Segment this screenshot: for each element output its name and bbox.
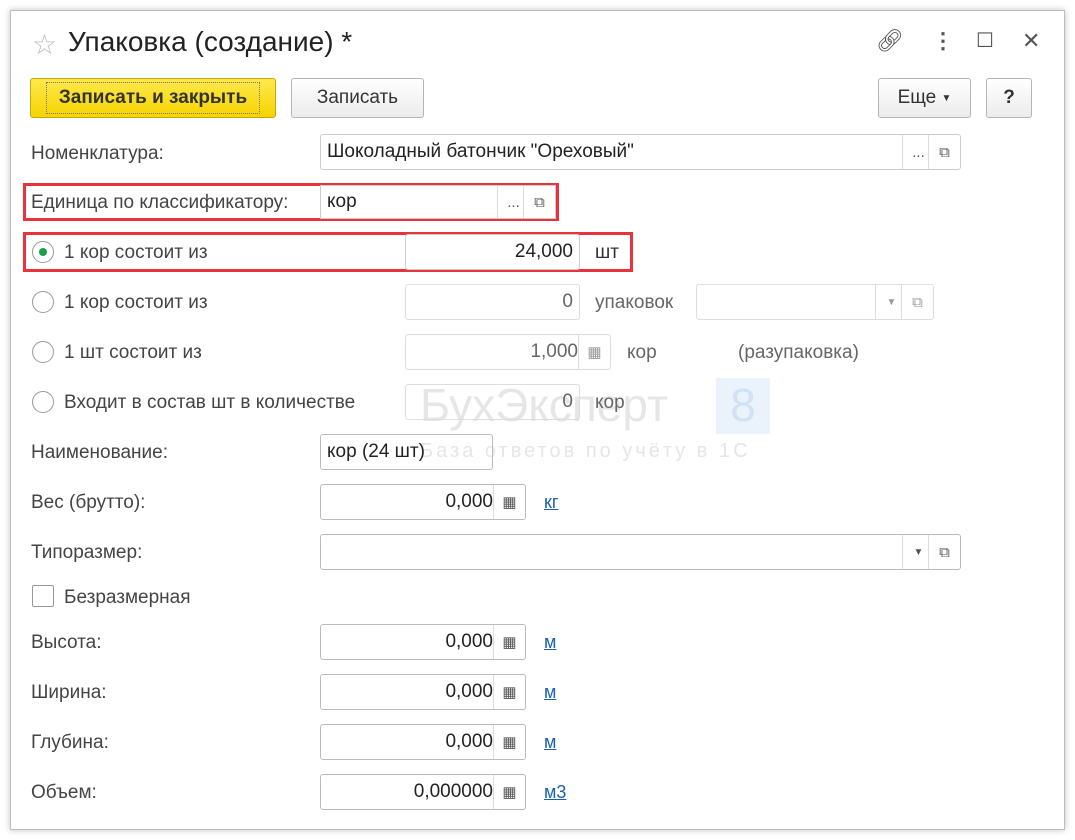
calculator-icon[interactable]: ▦ xyxy=(493,775,525,809)
open-icon[interactable]: ⧉ xyxy=(928,135,960,169)
option1-quantity-input[interactable]: 24,000 xyxy=(405,234,580,270)
open-icon[interactable]: ⧉ xyxy=(928,535,960,569)
weight-value: 0,000 xyxy=(445,491,493,512)
height-value: 0,000 xyxy=(445,631,493,652)
form-window xyxy=(10,10,1065,830)
option4-value: 0 xyxy=(562,391,573,412)
option4-unit: кор xyxy=(595,392,625,413)
unit-label: Единица по классификатору: xyxy=(31,192,289,213)
option3-label: 1 шт состоит из xyxy=(64,342,202,363)
size-select[interactable]: ▼ ⧉ xyxy=(320,534,961,570)
depth-unit-link[interactable]: м xyxy=(544,732,556,753)
option4-quantity-input[interactable]: 0 xyxy=(405,384,580,420)
calculator-icon[interactable]: ▦ xyxy=(493,485,525,519)
volume-input[interactable]: 0,000000 ▦ xyxy=(320,774,526,810)
more-label: Еще xyxy=(897,87,937,108)
option1-label: 1 кор состоит из xyxy=(64,242,208,263)
chevron-down-icon: ▼ xyxy=(941,92,952,104)
open-icon[interactable]: ⧉ xyxy=(523,186,555,218)
help-button[interactable]: ? xyxy=(986,78,1032,118)
height-input[interactable]: 0,000 ▦ xyxy=(320,624,526,660)
more-button[interactable]: Еще ▼ xyxy=(878,78,971,118)
option1-value: 24,000 xyxy=(514,241,573,262)
width-value: 0,000 xyxy=(445,681,493,702)
calculator-icon[interactable]: ▦ xyxy=(493,625,525,659)
save-and-close-button[interactable]: Записать и закрыть xyxy=(30,78,276,118)
window-title: Упаковка (создание) * xyxy=(68,26,353,57)
calculator-icon[interactable]: ▦ xyxy=(493,675,525,709)
option2-label: 1 кор состоит из xyxy=(64,292,208,313)
option1-unit: шт xyxy=(595,242,619,263)
radio-option3[interactable] xyxy=(32,341,54,363)
save-and-close-label: Записать и закрыть xyxy=(45,82,261,114)
weight-unit-link[interactable]: кг xyxy=(544,492,558,513)
height-label: Высота: xyxy=(31,632,102,653)
close-icon[interactable]: ✕ xyxy=(1022,28,1040,54)
weight-input[interactable]: 0,000 ▦ xyxy=(320,484,526,520)
name-label: Наименование: xyxy=(31,442,168,463)
size-label: Типоразмер: xyxy=(31,542,143,563)
width-unit-link[interactable]: м xyxy=(544,682,556,703)
calculator-icon[interactable]: ▦ xyxy=(493,725,525,759)
favorite-star-icon[interactable]: ☆ xyxy=(32,28,57,61)
volume-unit-link[interactable]: м3 xyxy=(544,782,566,803)
link-icon[interactable]: 🔗︎ xyxy=(876,28,904,54)
dimensionless-checkbox[interactable] xyxy=(32,585,54,607)
radio-option1[interactable] xyxy=(32,241,54,263)
option3-quantity-input[interactable]: 1,000 ▦ xyxy=(405,334,611,370)
name-input[interactable]: кор (24 шт) xyxy=(320,434,493,470)
dimensionless-label: Безразмерная xyxy=(64,587,191,608)
depth-input[interactable]: 0,000 ▦ xyxy=(320,724,526,760)
depth-value: 0,000 xyxy=(445,731,493,752)
unit-field[interactable]: кор... ⧉ xyxy=(320,185,556,219)
radio-option4[interactable] xyxy=(32,391,54,413)
maximize-icon[interactable]: ☐ xyxy=(976,28,994,53)
option3-note: (разупаковка) xyxy=(738,342,859,363)
option2-unit: упаковок xyxy=(595,292,674,313)
depth-label: Глубина: xyxy=(31,732,109,753)
unit-value: кор xyxy=(327,191,357,212)
option2-quantity-input[interactable]: 0 xyxy=(405,284,580,320)
name-value: кор (24 шт) xyxy=(327,441,425,462)
option3-unit: кор xyxy=(627,342,657,363)
volume-label: Объем: xyxy=(31,782,97,803)
nomenclature-field[interactable]: Шоколадный батончик "Ореховый"... ⧉ xyxy=(320,134,961,170)
nomenclature-label: Номенклатура: xyxy=(31,143,164,164)
more-actions-icon[interactable]: ⋮ xyxy=(932,28,954,54)
height-unit-link[interactable]: м xyxy=(544,632,556,653)
volume-value: 0,000000 xyxy=(413,781,493,802)
width-input[interactable]: 0,000 ▦ xyxy=(320,674,526,710)
calculator-icon[interactable]: ▦ xyxy=(578,335,610,369)
option4-label: Входит в состав шт в количестве xyxy=(64,392,356,413)
save-button[interactable]: Записать xyxy=(291,78,424,118)
option3-value: 1,000 xyxy=(530,341,578,362)
package-select[interactable]: ▼ ⧉ xyxy=(696,284,934,320)
open-icon[interactable]: ⧉ xyxy=(901,285,933,319)
width-label: Ширина: xyxy=(31,682,107,703)
nomenclature-value: Шоколадный батончик "Ореховый" xyxy=(327,141,634,162)
option2-value: 0 xyxy=(562,291,573,312)
weight-label: Вес (брутто): xyxy=(31,492,146,513)
radio-option2[interactable] xyxy=(32,291,54,313)
